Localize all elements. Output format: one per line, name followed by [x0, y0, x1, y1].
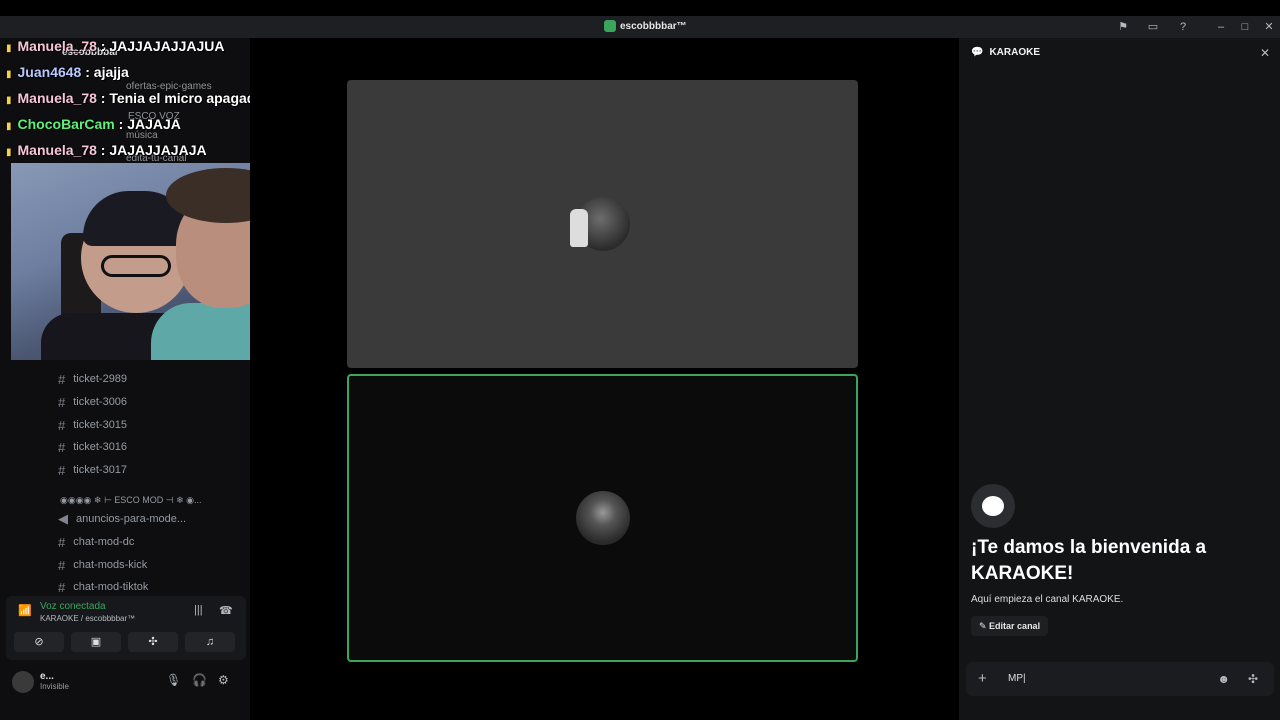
channel-ticket-2989[interactable]: # ticket-2989 [58, 369, 127, 389]
welcome-heading: ¡Te damos la bienvenida a KARAOKE! [971, 537, 1207, 584]
user-panel: e... Invisible 🎙 🎧 ⚙ [0, 662, 250, 700]
overlay-chat-line: ▮ Manuela_78 : JAJAJJAJAJA [6, 142, 207, 158]
help-icon[interactable]: ? [1176, 20, 1190, 34]
hash-icon: # [58, 557, 66, 573]
voice-location[interactable]: KARAOKE / escobbbbar™ [40, 614, 135, 623]
headphones-icon[interactable]: 🎧 [192, 673, 207, 687]
megaphone-icon: ◀ [58, 511, 68, 526]
channel-ticket-3015[interactable]: # ticket-3015 [58, 415, 127, 435]
window-title-text: escobbbbar™ [620, 20, 687, 32]
overlay-chat-line: ▮ Manuela_78 : Tenia el micro apagado [6, 90, 264, 106]
hash-icon: # [58, 534, 66, 550]
channel-ticket-3006[interactable]: # ticket-3006 [58, 392, 127, 412]
edit-channel-button[interactable]: ✎ Editar canal [971, 616, 1049, 636]
window-title: escobbbbar™ [604, 20, 687, 32]
overlay-chat-line: ▮ Manuela_78 : JAJJAJAJJAJUA [6, 38, 225, 54]
activities-button[interactable]: ✣ [128, 632, 178, 652]
category-esco-mod[interactable]: ◉◉◉◉ ❄ ⊢ ESCO MOD ⊣ ❄ ◉... [60, 495, 202, 506]
screen-share-button[interactable]: ▣ [71, 632, 121, 652]
text-chat-panel: 💬 KARAOKE ✕ ¡Te damos la bienvenida a KA… [959, 38, 1280, 720]
channel-ticket-3016[interactable]: # ticket-3016 [58, 437, 127, 457]
avatar[interactable] [12, 671, 34, 693]
hash-icon: # [58, 439, 66, 455]
server-icon [604, 20, 616, 32]
hash-icon: # [58, 394, 66, 410]
voice-status: Voz conectada [40, 601, 106, 612]
message-input[interactable]: MP| [1008, 673, 1026, 684]
participant-tile[interactable] [347, 80, 858, 368]
panel-title: KARAOKE [989, 47, 1041, 58]
hash-icon: # [58, 417, 66, 433]
voice-connection-panel: 📶 Voz conectada KARAOKE / escobbbbar™ ||… [6, 596, 246, 660]
emoji-icon[interactable]: ☻ [1217, 672, 1230, 686]
soundboard-button[interactable]: ♫ [185, 632, 235, 652]
badge-icon: ▮ [6, 121, 12, 132]
plus-icon[interactable]: + [978, 670, 987, 687]
message-composer[interactable]: + MP| ☻ ✣ [966, 662, 1274, 696]
badge-icon: ▮ [6, 95, 12, 106]
hash-icon: # [58, 371, 66, 387]
badge-icon: ▮ [6, 69, 12, 80]
maximize-icon[interactable]: □ [1238, 20, 1252, 34]
badge-icon: ▮ [6, 147, 12, 158]
minimize-icon[interactable]: – [1214, 20, 1228, 34]
channel-anuncios[interactable]: ◀ anuncios-para-mode... [58, 509, 186, 529]
signal-icon: 📶 [18, 605, 32, 617]
overlay-chat-line: ▮ ChocoBarCam : JAJAJA [6, 116, 181, 132]
participant-avatar [569, 197, 630, 251]
user-status: Invisible [40, 682, 69, 691]
channel-ticket-3017[interactable]: # ticket-3017 [58, 460, 127, 480]
channel-chat-mod-dc[interactable]: # chat-mod-dc [58, 532, 134, 552]
inbox-icon[interactable]: ▭ [1146, 20, 1160, 34]
chat-bubble-icon [971, 484, 1015, 528]
channel-chat-mods-kick[interactable]: # chat-mods-kick [58, 555, 147, 575]
channel-chat-mod-tiktok[interactable]: # chat-mod-tiktok [58, 577, 148, 597]
settings-gear-icon[interactable]: ⚙ [218, 673, 229, 687]
microphone-icon[interactable]: 🎙 [166, 673, 181, 687]
hash-icon: # [58, 462, 66, 478]
hash-icon: # [58, 579, 66, 595]
participant-tile-speaking[interactable] [347, 374, 858, 662]
badge-icon: ▮ [6, 43, 12, 54]
title-bar: escobbbbar™ ⚑ ▭ ? – □ ✕ [0, 16, 1280, 38]
channel-start-text: Aquí empieza el canal KARAOKE. [971, 594, 1124, 605]
chat-bubble-icon: 💬 [971, 47, 984, 58]
participant-avatar [575, 491, 630, 545]
noise-suppression-icon[interactable]: ||| [194, 604, 203, 616]
video-off-button[interactable]: ⊘ [14, 632, 64, 652]
close-window-icon[interactable]: ✕ [1262, 20, 1276, 34]
voice-stage [250, 38, 955, 720]
apps-icon[interactable]: ✣ [1248, 672, 1258, 686]
overlay-chat-line: ▮ Juan4648 : ajajja [6, 64, 129, 80]
disconnect-icon[interactable]: ☎ [219, 604, 233, 617]
close-icon[interactable]: ✕ [1260, 46, 1270, 60]
flag-icon[interactable]: ⚑ [1116, 20, 1130, 34]
username: e... [40, 671, 54, 682]
panel-header: 💬 KARAOKE [971, 47, 1040, 58]
